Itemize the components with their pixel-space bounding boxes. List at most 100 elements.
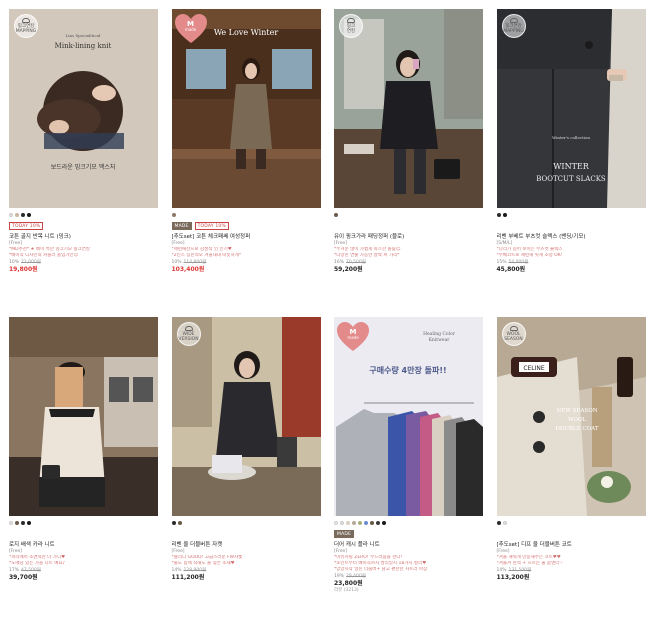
product-name[interactable]: [추도set] 코튼 체크패쎄 여성정퍼	[172, 233, 321, 241]
original-price: 22,000원	[21, 260, 41, 265]
product-card[interactable]: Lins Specialitical Mink-lining knit 보드라운…	[9, 9, 158, 309]
product-name[interactable]: 더어 캐시 플라 니트	[334, 541, 483, 549]
review-count[interactable]: 리뷰 (3213)	[334, 588, 483, 594]
color-swatch[interactable]	[352, 521, 356, 525]
product-photo-padding	[334, 9, 483, 208]
product-image[interactable]: Winter's collection WINTER BOOTCUT SLACK…	[496, 9, 646, 208]
color-swatch[interactable]	[346, 521, 350, 525]
color-swatch[interactable]	[334, 521, 338, 525]
product-card[interactable]: We Love Winter Mmade MADE TODAY 10% [추도se…	[171, 9, 321, 309]
product-image[interactable]: Lins Specialitical Mink-lining knit 보드라운…	[9, 9, 158, 208]
brand-badge: WIDE VERSION	[176, 322, 201, 346]
product-name[interactable]: 유이 핑크가라 패딩정퍼 (블로)	[334, 233, 483, 241]
color-swatch[interactable]	[496, 521, 501, 525]
image-caption-en: Mink-lining knit	[55, 42, 112, 50]
color-swatch[interactable]	[502, 213, 507, 217]
product-photo-coat: CELINE NEW SEASON WOOL DOUBLE COAT	[496, 317, 646, 516]
original-price: 47,500원	[21, 568, 41, 573]
product-card[interactable]: WIDE VERSION 리벤 울 더블버튼 자켓 [Free] *클리디 GOO…	[171, 317, 321, 617]
product-name[interactable]: [추도set] 디프 울 더블버튼 코트	[497, 541, 646, 549]
sale-price: 59,200원	[334, 266, 363, 273]
color-swatch[interactable]	[496, 213, 501, 217]
made-heart-badge: Mmade	[337, 322, 369, 352]
image-caption-small: Winter's collection	[552, 135, 590, 140]
product-desc-line: *부베코트로 세련해 핏게 조정 OK!	[496, 253, 563, 258]
product-photo-slacks: Winter's collection WINTER BOOTCUT SLACK…	[496, 9, 646, 208]
product-name[interactable]: 리벤 부베트 부츠컷 슬랙스 (밴딩/기모)	[497, 233, 646, 241]
product-grid: Lins Specialitical Mink-lining knit 보드라운…	[9, 9, 646, 617]
sale-price: 23,800원	[334, 580, 363, 587]
original-price: 131,500원	[508, 568, 532, 573]
color-swatch[interactable]	[370, 521, 374, 525]
color-swatch[interactable]	[358, 521, 362, 525]
color-swatch[interactable]	[15, 521, 19, 525]
product-desc-line: *망양시작 일진 더블버+ 남고 편한한 사트라 파장	[334, 567, 428, 572]
product-desc-line: *베이직 디자인의 커플러 돌입가인☺	[9, 253, 79, 258]
tag-list: MADE TODAY 10%	[171, 222, 321, 230]
color-swatch[interactable]	[177, 521, 182, 525]
product-image[interactable]: Healing Color Knitwear 구매수량 4만장 돌파!! Mma…	[334, 317, 483, 516]
product-card[interactable]: 핑크 연캉 유이 핑크가라 패딩정퍼 (블로) [Free] *무거운 많이 가볍…	[334, 9, 483, 309]
image-caption-ko: 구매수량 4만장 돌파!!	[369, 365, 446, 375]
brand-badge: 핑크 연캉	[339, 14, 363, 38]
tag-list: TODAY 10%	[9, 222, 158, 230]
color-swatch[interactable]	[171, 521, 176, 525]
original-price: 114,900원	[183, 260, 207, 265]
today-discount-tag: TODAY 10%	[194, 222, 229, 230]
product-name[interactable]: 리벤 울 더블버튼 자켓	[172, 541, 321, 549]
color-swatch[interactable]	[15, 213, 19, 217]
color-swatches	[334, 521, 483, 526]
color-swatch[interactable]	[27, 213, 31, 217]
color-swatch[interactable]	[364, 521, 368, 525]
color-swatch[interactable]	[340, 521, 344, 525]
color-swatches	[171, 213, 321, 218]
product-card[interactable]: Healing Color Knitwear 구매수량 4만장 돌파!! Mma…	[334, 317, 483, 617]
discount-rate: 15%	[496, 260, 507, 265]
product-card[interactable]: 로지 배색 카라 니트 [Free] *피리에어 조면적한 나 가디♥ *도매당…	[9, 317, 158, 617]
product-desc-line: *다양한 연출 가능한 날짝 퍼 가리*	[334, 253, 400, 258]
product-image[interactable]	[9, 317, 158, 516]
product-desc-line: *겨울겨 한적 + 흐르는 울 몸엔터♡	[496, 561, 564, 566]
color-swatch[interactable]	[334, 213, 338, 217]
product-desc-line: *도매당 있는 가을 니트 예요♪	[9, 561, 66, 566]
original-price: 29,400원	[346, 574, 366, 579]
tag-list	[497, 530, 646, 538]
image-caption-small-line2: Knitwear	[429, 337, 451, 343]
color-swatch[interactable]	[9, 213, 13, 217]
sale-price: 45,800원	[496, 266, 526, 273]
color-swatch[interactable]	[27, 521, 31, 525]
product-image[interactable]: 핑크 연캉	[334, 9, 483, 208]
color-swatches	[496, 521, 646, 526]
color-swatch[interactable]	[376, 521, 380, 525]
color-swatch[interactable]	[21, 213, 25, 217]
image-caption-ko: 보드라운 밍크기모 맥스처	[51, 163, 116, 171]
image-caption-en-line2: WOOL	[567, 417, 586, 423]
image-caption-en-line2: BOOTCUT SLACKS	[536, 175, 606, 183]
product-image[interactable]: CELINE NEW SEASON WOOL DOUBLE COAT WOOL S…	[496, 317, 646, 516]
product-card[interactable]: Winter's collection WINTER BOOTCUT SLACK…	[496, 9, 646, 309]
original-price: 54,000원	[508, 260, 529, 265]
color-swatch[interactable]	[9, 521, 13, 525]
product-name[interactable]: 코튼 골지 반목 니트 (밍크)	[9, 233, 158, 241]
original-price: 129,900원	[183, 568, 207, 573]
today-discount-tag: TODAY 10%	[9, 222, 44, 230]
color-swatches	[9, 521, 158, 526]
color-swatch[interactable]	[171, 213, 176, 217]
discount-rate: 16%	[334, 260, 345, 265]
product-image[interactable]: We Love Winter Mmade	[171, 9, 321, 208]
product-image[interactable]: WIDE VERSION	[171, 317, 321, 516]
discount-rate: 14%	[171, 568, 182, 573]
color-swatch[interactable]	[21, 521, 25, 525]
color-swatches	[9, 213, 158, 218]
brand-badge: 핑크연캉 MAPPING	[501, 14, 526, 38]
tag-list	[497, 222, 646, 230]
color-swatch[interactable]	[382, 521, 386, 525]
sale-price: 113,200원	[496, 574, 530, 581]
color-swatch[interactable]	[502, 521, 507, 525]
product-name[interactable]: 로지 배색 카라 니트	[9, 541, 158, 549]
original-price: 70,500원	[346, 260, 366, 265]
color-swatches	[496, 213, 646, 218]
sale-price: 103,400원	[171, 266, 205, 273]
image-caption-en: We Love Winter	[213, 28, 278, 37]
product-card[interactable]: CELINE NEW SEASON WOOL DOUBLE COAT WOOL S…	[496, 317, 646, 617]
